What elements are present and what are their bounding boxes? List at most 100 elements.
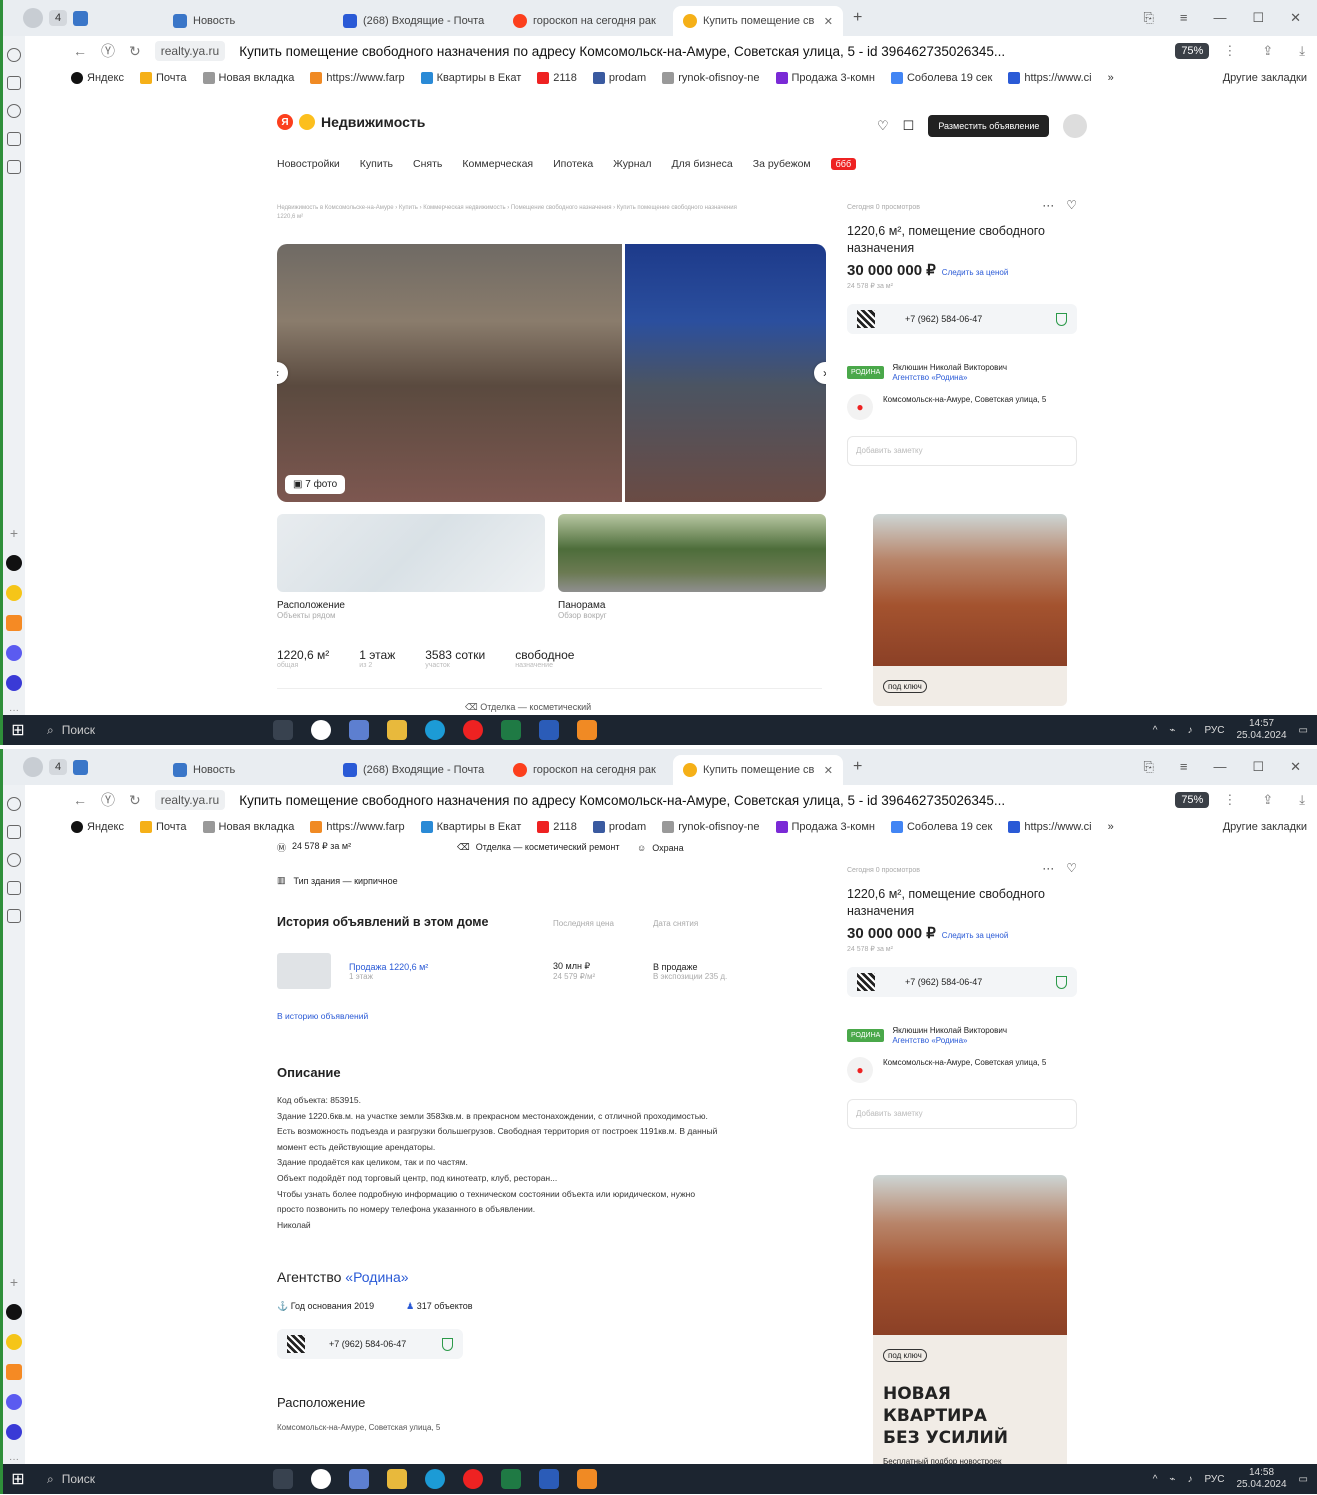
breadcrumb[interactable]: Недвижимость в Комсомольске-на-Амуре › К… — [277, 204, 747, 222]
bookmark-item[interactable]: 2118 — [537, 821, 577, 833]
excel-icon[interactable] — [501, 1469, 521, 1489]
download-icon[interactable]: ⤓ — [1299, 792, 1305, 808]
agency-name-link[interactable]: «Родина» — [345, 1269, 408, 1285]
qr-code-icon[interactable] — [857, 310, 875, 328]
tab-realty[interactable]: Купить помещение св ✕ — [673, 6, 843, 36]
avatar[interactable] — [1063, 114, 1088, 138]
other-bookmarks[interactable]: Другие закладки — [1223, 72, 1317, 84]
task-view-icon[interactable] — [273, 720, 293, 740]
app-icon-violet[interactable] — [6, 675, 22, 691]
more-options-icon[interactable]: ··· — [1042, 198, 1054, 212]
kebab-icon[interactable]: ⋮ — [1223, 43, 1236, 59]
photo-count[interactable]: ▣ 7 фото — [285, 475, 346, 494]
bookmark-item[interactable]: Почта — [140, 821, 187, 833]
add-icon[interactable]: + — [10, 1274, 18, 1290]
tab-realty[interactable]: Купить помещение св ✕ — [673, 755, 843, 785]
bookmarks-more[interactable]: » — [1108, 821, 1114, 833]
menu-item[interactable]: Журнал — [613, 158, 651, 170]
close-tab-icon[interactable]: ✕ — [824, 764, 833, 777]
menu-item[interactable]: Снять — [413, 158, 442, 170]
maximize-icon[interactable]: ☐ — [1252, 10, 1264, 26]
bookmark-item[interactable]: Продажа 3-комн — [775, 821, 875, 833]
add-icon[interactable]: + — [10, 525, 18, 541]
number-icon[interactable] — [7, 881, 21, 895]
bookmark-item[interactable]: Соболева 19 сек — [890, 72, 992, 84]
folder-icon[interactable] — [387, 1469, 407, 1489]
close-window-icon[interactable]: ✕ — [1290, 759, 1301, 775]
screenshot-icon[interactable] — [7, 909, 21, 923]
taskbar-search[interactable]: ⌕ Поиск — [33, 723, 253, 738]
panorama-preview[interactable] — [558, 514, 826, 592]
ad-banner[interactable]: под ключ — [873, 514, 1067, 706]
photo-interior-2[interactable] — [625, 244, 826, 502]
photo-interior-1[interactable] — [277, 244, 622, 502]
add-note-field[interactable]: Добавить заметку — [847, 1099, 1077, 1129]
url-host[interactable]: realty.ya.ru — [154, 41, 226, 61]
windows-start-icon[interactable]: ⊞ — [3, 1469, 33, 1489]
agent-org-link[interactable]: Агентство «Родина» — [892, 373, 1007, 382]
bookmark-item[interactable]: https://www.ci — [1008, 821, 1092, 833]
url-title[interactable]: Купить помещение свободного назначения п… — [239, 793, 1005, 808]
notifications-icon[interactable]: ▭ — [1299, 1474, 1308, 1485]
app-icon-black[interactable] — [6, 1304, 22, 1320]
agency-logo[interactable]: РОДИНА — [847, 365, 885, 379]
screenshot-icon[interactable] — [7, 160, 21, 174]
menu-item[interactable]: Новостройки — [277, 158, 340, 170]
bookmarks-more[interactable]: » — [1108, 72, 1114, 84]
yandex-icon[interactable] — [463, 1469, 483, 1489]
tray-arrow-icon[interactable]: ^ — [1153, 1474, 1158, 1485]
agency-logo[interactable]: РОДИНА — [847, 1028, 885, 1042]
url-host[interactable]: realty.ya.ru — [154, 790, 226, 810]
app-icon-blue[interactable] — [6, 1394, 22, 1410]
play-icon[interactable] — [7, 104, 21, 118]
tab-horoscope[interactable]: гороскоп на сегодня рак — [503, 755, 673, 785]
bookmark-item[interactable]: prodam — [592, 72, 646, 84]
app-icon-violet[interactable] — [6, 1424, 22, 1440]
play-icon[interactable] — [7, 853, 21, 867]
share-icon[interactable]: ⇪ — [1262, 43, 1273, 59]
post-ad-button[interactable]: Разместить объявление — [928, 115, 1050, 137]
profile-icon[interactable] — [23, 757, 43, 777]
windows-start-icon[interactable]: ⊞ — [3, 720, 33, 740]
agency-phone-number[interactable]: +7 (962) 584-06-47 — [329, 1339, 406, 1349]
follow-price-link[interactable]: Следить за ценой — [942, 268, 1009, 277]
agency-phone-button[interactable]: +7 (962) 584-06-47 — [277, 1329, 463, 1359]
tab-news[interactable]: Новость — [163, 6, 333, 36]
zoom-badge[interactable]: 75% — [1175, 43, 1210, 59]
back-icon[interactable]: ← — [73, 43, 87, 59]
add-note-field[interactable]: Добавить заметку — [847, 436, 1077, 466]
app-icon-blue[interactable] — [6, 645, 22, 661]
menu-icon[interactable]: ≡ — [1180, 759, 1188, 775]
menu-item[interactable]: Для бизнеса — [672, 158, 733, 170]
yandex-home-icon[interactable]: Ⓨ — [101, 41, 115, 61]
tab-count[interactable]: 4 — [49, 10, 68, 26]
address-text[interactable]: Комсомольск-на-Амуре, Советская улица, 5 — [883, 394, 1046, 406]
word-icon[interactable] — [539, 720, 559, 740]
yandex-browser-icon[interactable] — [311, 1469, 331, 1489]
network-icon[interactable]: ⌁ — [1169, 725, 1175, 736]
new-tab-icon[interactable]: + — [843, 758, 872, 776]
new-tab-icon[interactable]: + — [843, 9, 872, 27]
tray-arrow-icon[interactable]: ^ — [1153, 725, 1158, 736]
tab-horoscope[interactable]: гороскоп на сегодня рак — [503, 6, 673, 36]
panorama-thumb[interactable]: Панорама Обзор вокруг — [558, 514, 826, 620]
network-icon[interactable]: ⌁ — [1169, 1474, 1175, 1485]
bookmark-item[interactable]: Новая вкладка — [202, 72, 294, 84]
menu-item[interactable]: За рубежом — [753, 158, 811, 170]
favorite-icon[interactable]: ♡ — [1066, 861, 1077, 875]
maximize-icon[interactable]: ☐ — [1252, 759, 1264, 775]
qr-code-icon[interactable] — [287, 1335, 305, 1353]
bookmark-panel-icon[interactable]: ⎘ — [1143, 10, 1153, 26]
taskbar-search[interactable]: ⌕ Поиск — [33, 1472, 253, 1487]
pen-app-icon[interactable] — [349, 1469, 369, 1489]
messages-icon[interactable]: ☐ — [903, 118, 915, 134]
phone-button[interactable]: +7 (962) 584-06-47 — [847, 304, 1077, 334]
bookmark-item[interactable]: Квартиры в Екат — [420, 72, 521, 84]
edge-icon[interactable] — [425, 1469, 445, 1489]
volume-icon[interactable]: ♪ — [1187, 725, 1192, 736]
menu-item[interactable]: Купить — [360, 158, 393, 170]
excel-icon[interactable] — [501, 720, 521, 740]
favorites-icon[interactable]: ♡ — [877, 118, 889, 134]
tab-news[interactable]: Новость — [163, 755, 333, 785]
yandex-icon[interactable] — [463, 720, 483, 740]
